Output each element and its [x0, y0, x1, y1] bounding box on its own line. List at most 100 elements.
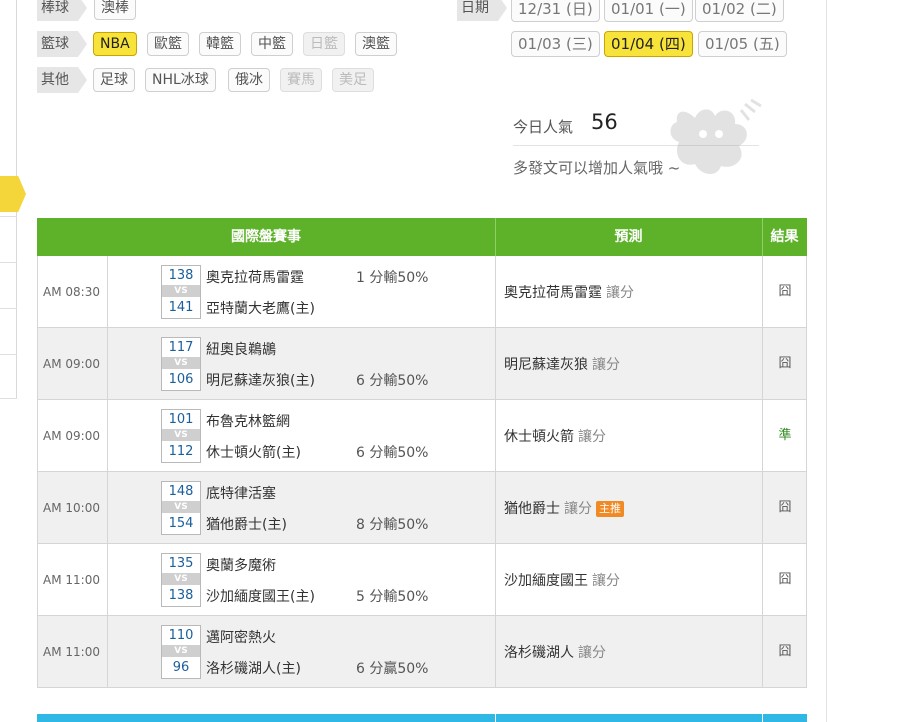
game-cell: 148 VS 154 底特律活塞猶他爵士(主) 8 分輸50%	[103, 472, 496, 544]
prediction-type: 讓分	[578, 429, 606, 445]
home-score: 106	[168, 372, 194, 387]
tag-soccer[interactable]: 足球	[93, 68, 135, 92]
home-team[interactable]: 休士頓火箭(主)	[206, 442, 301, 462]
tag-euro-basketball[interactable]: 歐籃	[147, 32, 189, 56]
score-box: 117 VS 106	[161, 337, 201, 391]
left-side-panel	[0, 0, 26, 722]
tag-aus-baseball[interactable]: 澳棒	[94, 0, 136, 20]
prediction-type: 讓分	[564, 501, 592, 517]
game-time: AM 11:00	[38, 616, 108, 688]
away-team[interactable]: 布魯克林籃網	[206, 411, 290, 431]
away-team[interactable]: 奧克拉荷馬雷霆	[206, 267, 304, 287]
prediction: 洛杉磯湖人 讓分	[504, 642, 606, 662]
result-cell: 囧	[778, 644, 792, 659]
side-panel-divider	[0, 354, 17, 355]
content-right-border	[826, 0, 827, 722]
table-row: AM 11:00 110 VS 96 邁阿密熱火 洛杉磯湖人(主) 6 分贏50% 洛杉磯湖人…	[37, 616, 807, 688]
away-team[interactable]: 奧蘭多魔術	[206, 555, 276, 575]
tag-nhl-hockey[interactable]: NHL冰球	[145, 68, 216, 92]
handicap-line: 6 分輸50%	[356, 445, 429, 461]
score-box: 148 VS 154	[161, 481, 201, 535]
game-cell: 110 VS 96 邁阿密熱火 洛杉磯湖人(主) 6 分贏50%	[103, 616, 496, 688]
header-divider	[495, 714, 496, 722]
vs-label: VS	[162, 357, 200, 369]
date-tag-0102[interactable]: 01/02 (二)	[695, 0, 784, 22]
tag-aus-basketball[interactable]: 澳籃	[355, 32, 397, 56]
tag-korea-basketball[interactable]: 韓籃	[199, 32, 241, 56]
vs-label: VS	[162, 573, 200, 585]
home-score: 96	[172, 660, 190, 675]
featured-badge: 主推	[596, 501, 624, 517]
home-team[interactable]: 明尼蘇達灰狼(主)	[206, 370, 315, 390]
result-cell: 囧	[778, 356, 792, 371]
away-team[interactable]: 底特律活塞	[206, 483, 276, 503]
game-time: AM 09:00	[38, 328, 108, 400]
away-team[interactable]: 紐奧良鵜鶘	[206, 339, 276, 359]
tag-china-basketball[interactable]: 中籃	[251, 32, 293, 56]
home-team[interactable]: 沙加緬度國王(主)	[206, 586, 315, 606]
tag-horse-racing: 賽馬	[280, 68, 322, 92]
handicap-line: 8 分輸50%	[356, 517, 429, 533]
table-header: 國際盤賽事 預測 結果	[37, 218, 807, 256]
home-team[interactable]: 亞特蘭大老鷹(主)	[206, 298, 315, 318]
home-score: 138	[168, 588, 194, 603]
away-score: 138	[168, 268, 194, 283]
away-score: 101	[168, 412, 194, 427]
prediction: 沙加緬度國王 讓分	[504, 570, 620, 590]
side-tab-active[interactable]	[0, 176, 26, 212]
prediction: 明尼蘇達灰狼 讓分	[504, 354, 620, 374]
side-panel-divider	[0, 216, 17, 217]
header-result: 結果	[770, 229, 799, 245]
tag-russia-hockey[interactable]: 俄冰	[228, 68, 270, 92]
vs-label: VS	[162, 429, 200, 441]
side-panel-divider	[0, 262, 17, 263]
away-score: 110	[168, 628, 194, 643]
prediction: 猶他爵士 讓分 主推	[504, 498, 624, 518]
date-tag-0103[interactable]: 01/03 (三)	[511, 31, 600, 57]
mascot-icon	[670, 98, 762, 175]
prediction-cell: 明尼蘇達灰狼 讓分	[496, 328, 763, 400]
game-cell: 135 VS 138 奧蘭多魔術沙加緬度國王(主) 5 分輸50%	[103, 544, 496, 616]
game-cell: 117 VS 106 紐奧良鵜鶘明尼蘇達灰狼(主) 6 分輸50%	[103, 328, 496, 400]
prediction-cell: 洛杉磯湖人 讓分	[496, 616, 763, 688]
away-score: 117	[168, 340, 194, 355]
score-box: 138 VS 141	[161, 265, 201, 319]
predicted-team[interactable]: 明尼蘇達灰狼	[504, 357, 588, 373]
result-cell: 準	[778, 428, 792, 443]
next-table-header	[37, 714, 807, 722]
handicap-line: 1 分輸50%	[356, 270, 429, 286]
predicted-team[interactable]: 洛杉磯湖人	[504, 645, 574, 661]
date-tag-0105[interactable]: 01/05 (五)	[698, 31, 787, 57]
date-tag-0101[interactable]: 01/01 (一)	[604, 0, 693, 22]
game-time: AM 11:00	[38, 544, 108, 616]
tag-american-football: 美足	[332, 68, 374, 92]
vs-label: VS	[162, 645, 200, 657]
away-team[interactable]: 邁阿密熱火	[206, 627, 276, 647]
side-panel-divider	[0, 308, 17, 309]
home-team[interactable]: 猶他爵士(主)	[206, 514, 287, 534]
predicted-team[interactable]: 猶他爵士	[504, 501, 560, 517]
prediction-cell: 猶他爵士 讓分 主推	[496, 472, 763, 544]
prediction-cell: 沙加緬度國王 讓分	[496, 544, 763, 616]
table-row: AM 09:00 101 VS 112 布魯克林籃網 休士頓火箭(主) 6 分輸50% 休士頓…	[37, 400, 807, 472]
game-cell: 101 VS 112 布魯克林籃網 休士頓火箭(主) 6 分輸50%	[103, 400, 496, 472]
popularity-label: 今日人氣	[513, 118, 574, 136]
tag-nba[interactable]: NBA	[93, 32, 137, 56]
home-team[interactable]: 洛杉磯湖人(主)	[206, 658, 301, 678]
date-tag-1231[interactable]: 12/31 (日)	[511, 0, 600, 22]
table-row: AM 09:00 117 VS 106 紐奧良鵜鶘明尼蘇達灰狼(主) 6 分輸50% 明尼蘇…	[37, 328, 807, 400]
prediction: 奧克拉荷馬雷霆 讓分	[504, 282, 634, 302]
result-cell: 囧	[778, 572, 792, 587]
prediction-type: 讓分	[592, 357, 620, 373]
home-score: 154	[168, 516, 194, 531]
predicted-team[interactable]: 沙加緬度國王	[504, 573, 588, 589]
handicap-line: 6 分輸50%	[356, 373, 429, 389]
handicap-line: 5 分輸50%	[356, 589, 429, 605]
predicted-team[interactable]: 休士頓火箭	[504, 429, 574, 445]
vs-label: VS	[162, 285, 200, 297]
away-score: 135	[168, 556, 194, 571]
prediction-type: 讓分	[578, 645, 606, 661]
predicted-team[interactable]: 奧克拉荷馬雷霆	[504, 285, 602, 301]
date-tag-0104[interactable]: 01/04 (四)	[604, 31, 693, 57]
score-box: 110 VS 96	[161, 625, 201, 679]
